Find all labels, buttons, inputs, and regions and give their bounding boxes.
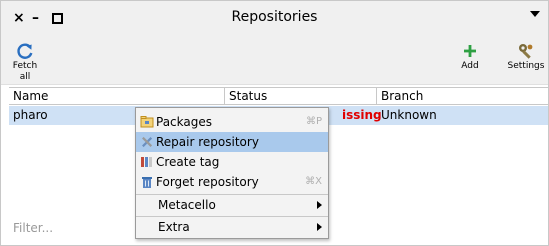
package-icon [140, 116, 154, 128]
menu-item-forget-repository[interactable]: Forget repository ⌘X [136, 172, 328, 192]
add-label: Add [461, 61, 479, 71]
tag-icon [141, 157, 152, 167]
window-title: Repositories [231, 9, 318, 25]
wrench-icon [519, 44, 533, 59]
repositories-window: × – Repositories Fetch all Add Settings … [0, 0, 549, 246]
trash-icon [142, 177, 152, 188]
column-header-status[interactable]: Status [225, 88, 377, 105]
row-branch: Unknown [381, 108, 437, 122]
toolbar: Fetch all Add Settings [1, 37, 548, 85]
title-bar: × – Repositories [1, 1, 548, 37]
menu-item-label: Forget repository [156, 175, 259, 189]
menu-item-extra[interactable]: Extra [136, 217, 328, 237]
filter-input[interactable]: Filter... [9, 217, 119, 239]
column-header-branch[interactable]: Branch [377, 88, 548, 105]
refresh-icon [17, 43, 33, 59]
context-menu: Packages ⌘P Repair repository Create tag [135, 107, 329, 239]
fetch-all-button[interactable]: Fetch all [9, 41, 41, 83]
plus-icon [464, 45, 476, 57]
menu-item-repair-repository[interactable]: Repair repository [136, 132, 328, 152]
settings-button[interactable]: Settings [507, 41, 545, 72]
menu-item-label: Repair repository [156, 135, 259, 149]
menu-item-label: Create tag [156, 155, 220, 169]
row-status-text: issing [342, 108, 382, 122]
menu-item-packages[interactable]: Packages ⌘P [136, 112, 328, 132]
menu-item-label: Extra [158, 220, 190, 234]
menu-item-create-tag[interactable]: Create tag [136, 152, 328, 172]
menu-item-label: Metacello [158, 198, 216, 212]
table-header: Name Status Branch [9, 87, 548, 105]
column-header-name[interactable]: Name [9, 88, 225, 105]
fetch-all-label: Fetch all [12, 61, 38, 82]
submenu-arrow-icon [317, 201, 322, 209]
tools-icon [142, 136, 153, 148]
menu-item-shortcut: ⌘P [305, 116, 322, 127]
window-menu-icon[interactable] [530, 11, 540, 17]
submenu-arrow-icon [317, 223, 322, 231]
menu-item-metacello[interactable]: Metacello [136, 195, 328, 215]
menu-item-label: Packages [156, 115, 212, 129]
menu-item-shortcut: ⌘X [305, 176, 322, 187]
settings-label: Settings [507, 61, 545, 71]
add-button[interactable]: Add [458, 41, 482, 72]
